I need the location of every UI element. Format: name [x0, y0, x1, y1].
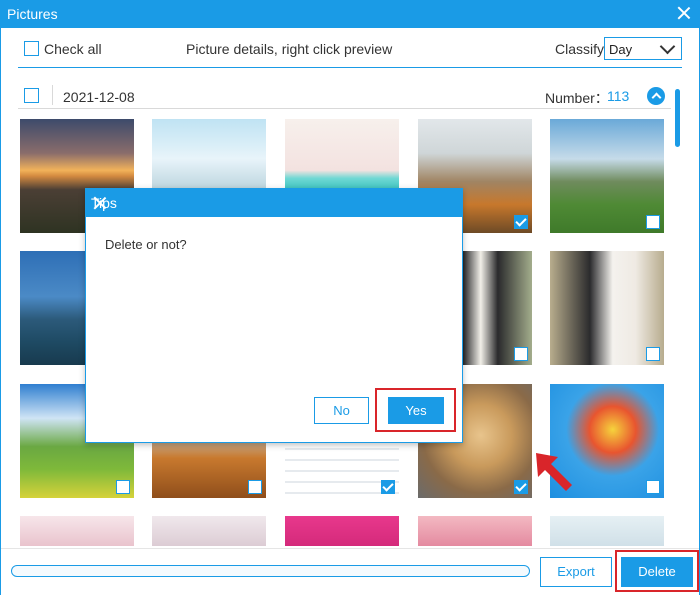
photo-tile[interactable] — [20, 516, 134, 546]
pictures-window: Pictures Check all Picture details, righ… — [0, 0, 700, 596]
group-divider — [18, 108, 671, 109]
close-icon[interactable] — [675, 4, 693, 22]
classify-label: Classify: — [555, 41, 608, 57]
scrollbar-thumb[interactable] — [675, 89, 680, 147]
classify-select[interactable]: Day — [604, 37, 682, 60]
chevron-down-icon — [659, 38, 676, 55]
collapse-icon[interactable] — [647, 87, 665, 105]
photo-checkbox[interactable] — [248, 480, 262, 494]
highlight-box — [615, 550, 699, 592]
title-bar: Pictures — [1, 1, 699, 28]
highlight-box — [375, 388, 456, 432]
photo-checkbox[interactable] — [514, 347, 528, 361]
toolbar-divider — [18, 67, 682, 68]
hint-text: Picture details, right click preview — [186, 41, 393, 57]
toolbar: Check all Picture details, right click p… — [1, 28, 699, 68]
photo-checkbox[interactable] — [514, 480, 528, 494]
photo-tile[interactable] — [550, 119, 664, 233]
footer-bar: Export Delete — [1, 548, 699, 596]
number-value: 113 — [607, 88, 630, 104]
no-button[interactable]: No — [314, 397, 369, 424]
photo-checkbox[interactable] — [646, 347, 660, 361]
progress-bar — [11, 565, 530, 577]
photo-tile[interactable] — [550, 516, 664, 546]
scrollbar[interactable] — [674, 87, 682, 542]
photo-tile[interactable] — [550, 251, 664, 365]
export-button[interactable]: Export — [540, 557, 612, 587]
dialog-message: Delete or not? — [105, 237, 187, 252]
photo-tile[interactable] — [418, 516, 532, 546]
photo-checkbox[interactable] — [646, 215, 660, 229]
check-all-label[interactable]: Check all — [44, 41, 102, 57]
number-label: Number： — [545, 90, 609, 106]
date-group-header: 2021-12-08 Number： 113 — [1, 81, 681, 111]
photo-checkbox[interactable] — [381, 480, 395, 494]
photo-checkbox[interactable] — [646, 480, 660, 494]
group-date: 2021-12-08 — [63, 89, 135, 105]
dialog-title-bar: Tips — [86, 189, 462, 217]
separator — [52, 85, 53, 105]
photo-tile[interactable] — [152, 516, 266, 546]
photo-checkbox[interactable] — [116, 480, 130, 494]
group-checkbox[interactable] — [24, 88, 39, 103]
dialog-close-icon[interactable] — [91, 194, 109, 212]
classify-value: Day — [609, 42, 633, 57]
red-arrow-icon — [536, 453, 572, 491]
check-all-checkbox[interactable] — [24, 41, 39, 56]
photo-tile[interactable] — [285, 516, 399, 546]
window-title: Pictures — [7, 6, 58, 22]
photo-checkbox[interactable] — [514, 215, 528, 229]
